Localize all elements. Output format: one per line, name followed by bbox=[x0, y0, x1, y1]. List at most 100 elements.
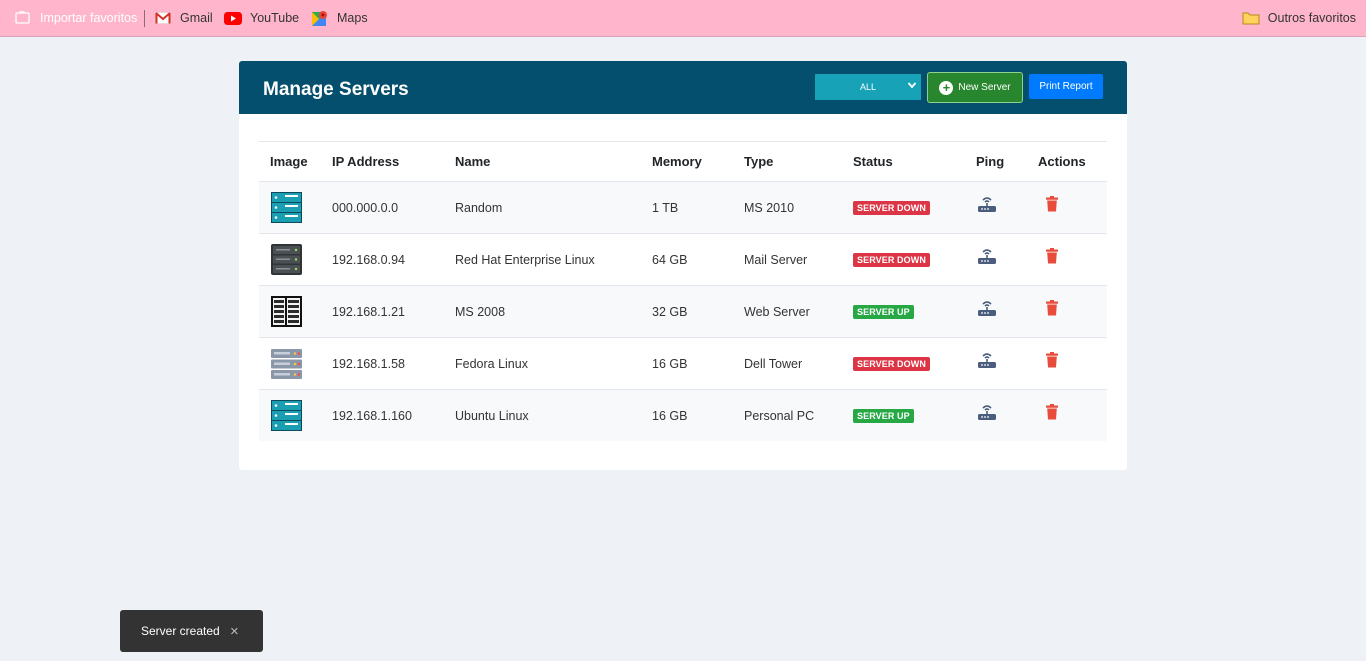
column-header-image: Image bbox=[270, 154, 308, 169]
server-status-cell: SERVER DOWN bbox=[853, 234, 930, 285]
table-body: 000.000.0.0 Random 1 TB MS 2010 SERVER DOWN 1… bbox=[259, 181, 1107, 441]
server-cabinet-icon bbox=[270, 295, 303, 328]
ping-cell bbox=[976, 390, 998, 441]
column-header-ip: IP Address bbox=[332, 154, 400, 169]
new-server-button[interactable]: + New Server bbox=[927, 72, 1023, 103]
table-row: 192.168.1.58 Fedora Linux 16 GB Dell Tower S… bbox=[259, 337, 1107, 389]
server-memory: 32 GB bbox=[652, 304, 688, 319]
chevron-down-icon bbox=[907, 80, 917, 93]
status-badge: SERVER UP bbox=[853, 304, 914, 319]
column-header-actions: Actions bbox=[1038, 154, 1086, 169]
actions-cell bbox=[1038, 390, 1059, 441]
ping-router-icon[interactable] bbox=[976, 249, 998, 269]
table-row: 192.168.1.160 Ubuntu Linux 16 GB Personal P… bbox=[259, 389, 1107, 441]
server-image bbox=[270, 390, 303, 441]
actions-cell bbox=[1038, 234, 1059, 285]
server-name: Fedora Linux bbox=[455, 356, 528, 371]
server-type: Mail Server bbox=[744, 252, 808, 267]
table-row: 192.168.0.94 Red Hat Enterprise Linux 64 G… bbox=[259, 233, 1107, 285]
status-filter-value: ALL bbox=[859, 82, 876, 92]
server-image bbox=[270, 286, 303, 337]
servers-table: Image IP Address Name Memory Type Status… bbox=[259, 141, 1107, 441]
trash-icon[interactable] bbox=[1038, 195, 1059, 215]
bookmark-gmail-label: Gmail bbox=[180, 11, 213, 25]
server-type: Personal PC bbox=[744, 408, 815, 423]
status-badge: SERVER DOWN bbox=[853, 356, 930, 371]
ping-cell bbox=[976, 182, 998, 233]
server-dark-icon bbox=[270, 243, 303, 276]
maps-icon bbox=[311, 10, 329, 26]
gmail-icon bbox=[154, 10, 172, 26]
trash-icon[interactable] bbox=[1038, 403, 1059, 423]
import-bookmarks-icon bbox=[14, 10, 32, 26]
ping-cell bbox=[976, 286, 998, 337]
bookmark-youtube-label: YouTube bbox=[250, 11, 300, 25]
server-memory: 1 TB bbox=[652, 200, 679, 215]
ping-router-icon[interactable] bbox=[976, 405, 998, 425]
server-name: Random bbox=[455, 200, 503, 215]
server-memory: 16 GB bbox=[652, 408, 688, 423]
bookmark-other-folder[interactable]: Outros favoritos bbox=[1242, 0, 1356, 36]
server-name: Ubuntu Linux bbox=[455, 408, 529, 423]
status-badge: SERVER UP bbox=[853, 408, 914, 423]
bookmark-import[interactable]: Importar favoritos bbox=[14, 0, 137, 36]
server-status-cell: SERVER DOWN bbox=[853, 338, 930, 389]
page-title: Manage Servers bbox=[263, 79, 409, 100]
bookmarks-bar: Importar favoritos Gmail YouTube Maps Ou… bbox=[0, 0, 1366, 37]
actions-cell bbox=[1038, 286, 1059, 337]
server-image bbox=[270, 182, 303, 233]
toast-message: Server created bbox=[141, 624, 220, 638]
server-type: Web Server bbox=[744, 304, 810, 319]
server-ip: 192.168.1.58 bbox=[332, 356, 405, 371]
ping-router-icon[interactable] bbox=[976, 353, 998, 373]
trash-icon[interactable] bbox=[1038, 299, 1059, 319]
column-header-memory: Memory bbox=[652, 154, 702, 169]
bookmark-separator bbox=[144, 10, 145, 27]
server-image bbox=[270, 234, 303, 285]
trash-icon[interactable] bbox=[1038, 247, 1059, 267]
server-ip: 000.000.0.0 bbox=[332, 200, 399, 215]
print-report-label: Print Report bbox=[1039, 81, 1093, 92]
server-status-cell: SERVER UP bbox=[853, 390, 914, 441]
column-header-status: Status bbox=[853, 154, 893, 169]
trash-icon[interactable] bbox=[1038, 351, 1059, 371]
toast-notification: Server created × bbox=[120, 610, 263, 652]
server-name: MS 2008 bbox=[455, 304, 506, 319]
server-rack-icon bbox=[270, 399, 303, 432]
server-ip: 192.168.1.21 bbox=[332, 304, 405, 319]
server-rack-icon bbox=[270, 191, 303, 224]
table-header-row: Image IP Address Name Memory Type Status… bbox=[259, 141, 1107, 181]
bookmark-maps[interactable]: Maps bbox=[311, 0, 368, 36]
status-badge: SERVER DOWN bbox=[853, 252, 930, 267]
status-filter-select[interactable]: ALL bbox=[815, 74, 921, 100]
manage-servers-card: Manage Servers ALL + New Server Print Re… bbox=[239, 61, 1127, 470]
server-memory: 16 GB bbox=[652, 356, 688, 371]
bookmark-youtube[interactable]: YouTube bbox=[224, 0, 299, 36]
bookmark-gmail[interactable]: Gmail bbox=[154, 0, 213, 36]
server-memory: 64 GB bbox=[652, 252, 688, 267]
card-header: Manage Servers ALL + New Server Print Re… bbox=[239, 61, 1127, 114]
bookmark-import-label: Importar favoritos bbox=[40, 11, 138, 25]
table-row: 000.000.0.0 Random 1 TB MS 2010 SERVER DOWN bbox=[259, 181, 1107, 233]
table-row: 192.168.1.21 MS 2008 32 GB Web Server SERVER… bbox=[259, 285, 1107, 337]
server-grey-icon bbox=[270, 347, 303, 380]
close-icon[interactable]: × bbox=[230, 624, 239, 639]
actions-cell bbox=[1038, 338, 1059, 389]
server-type: MS 2010 bbox=[744, 200, 795, 215]
server-image bbox=[270, 338, 303, 389]
new-server-label: New Server bbox=[958, 82, 1011, 93]
column-header-type: Type bbox=[744, 154, 774, 169]
ping-cell bbox=[976, 234, 998, 285]
folder-icon bbox=[1242, 10, 1260, 26]
actions-cell bbox=[1038, 182, 1059, 233]
server-status-cell: SERVER DOWN bbox=[853, 182, 930, 233]
print-report-button[interactable]: Print Report bbox=[1029, 74, 1103, 99]
status-badge: SERVER DOWN bbox=[853, 200, 930, 215]
bookmark-other-label: Outros favoritos bbox=[1267, 11, 1356, 25]
ping-router-icon[interactable] bbox=[976, 301, 998, 321]
ping-router-icon[interactable] bbox=[976, 197, 998, 217]
server-type: Dell Tower bbox=[744, 356, 803, 371]
server-status-cell: SERVER UP bbox=[853, 286, 914, 337]
column-header-name: Name bbox=[455, 154, 491, 169]
server-ip: 192.168.0.94 bbox=[332, 252, 405, 267]
